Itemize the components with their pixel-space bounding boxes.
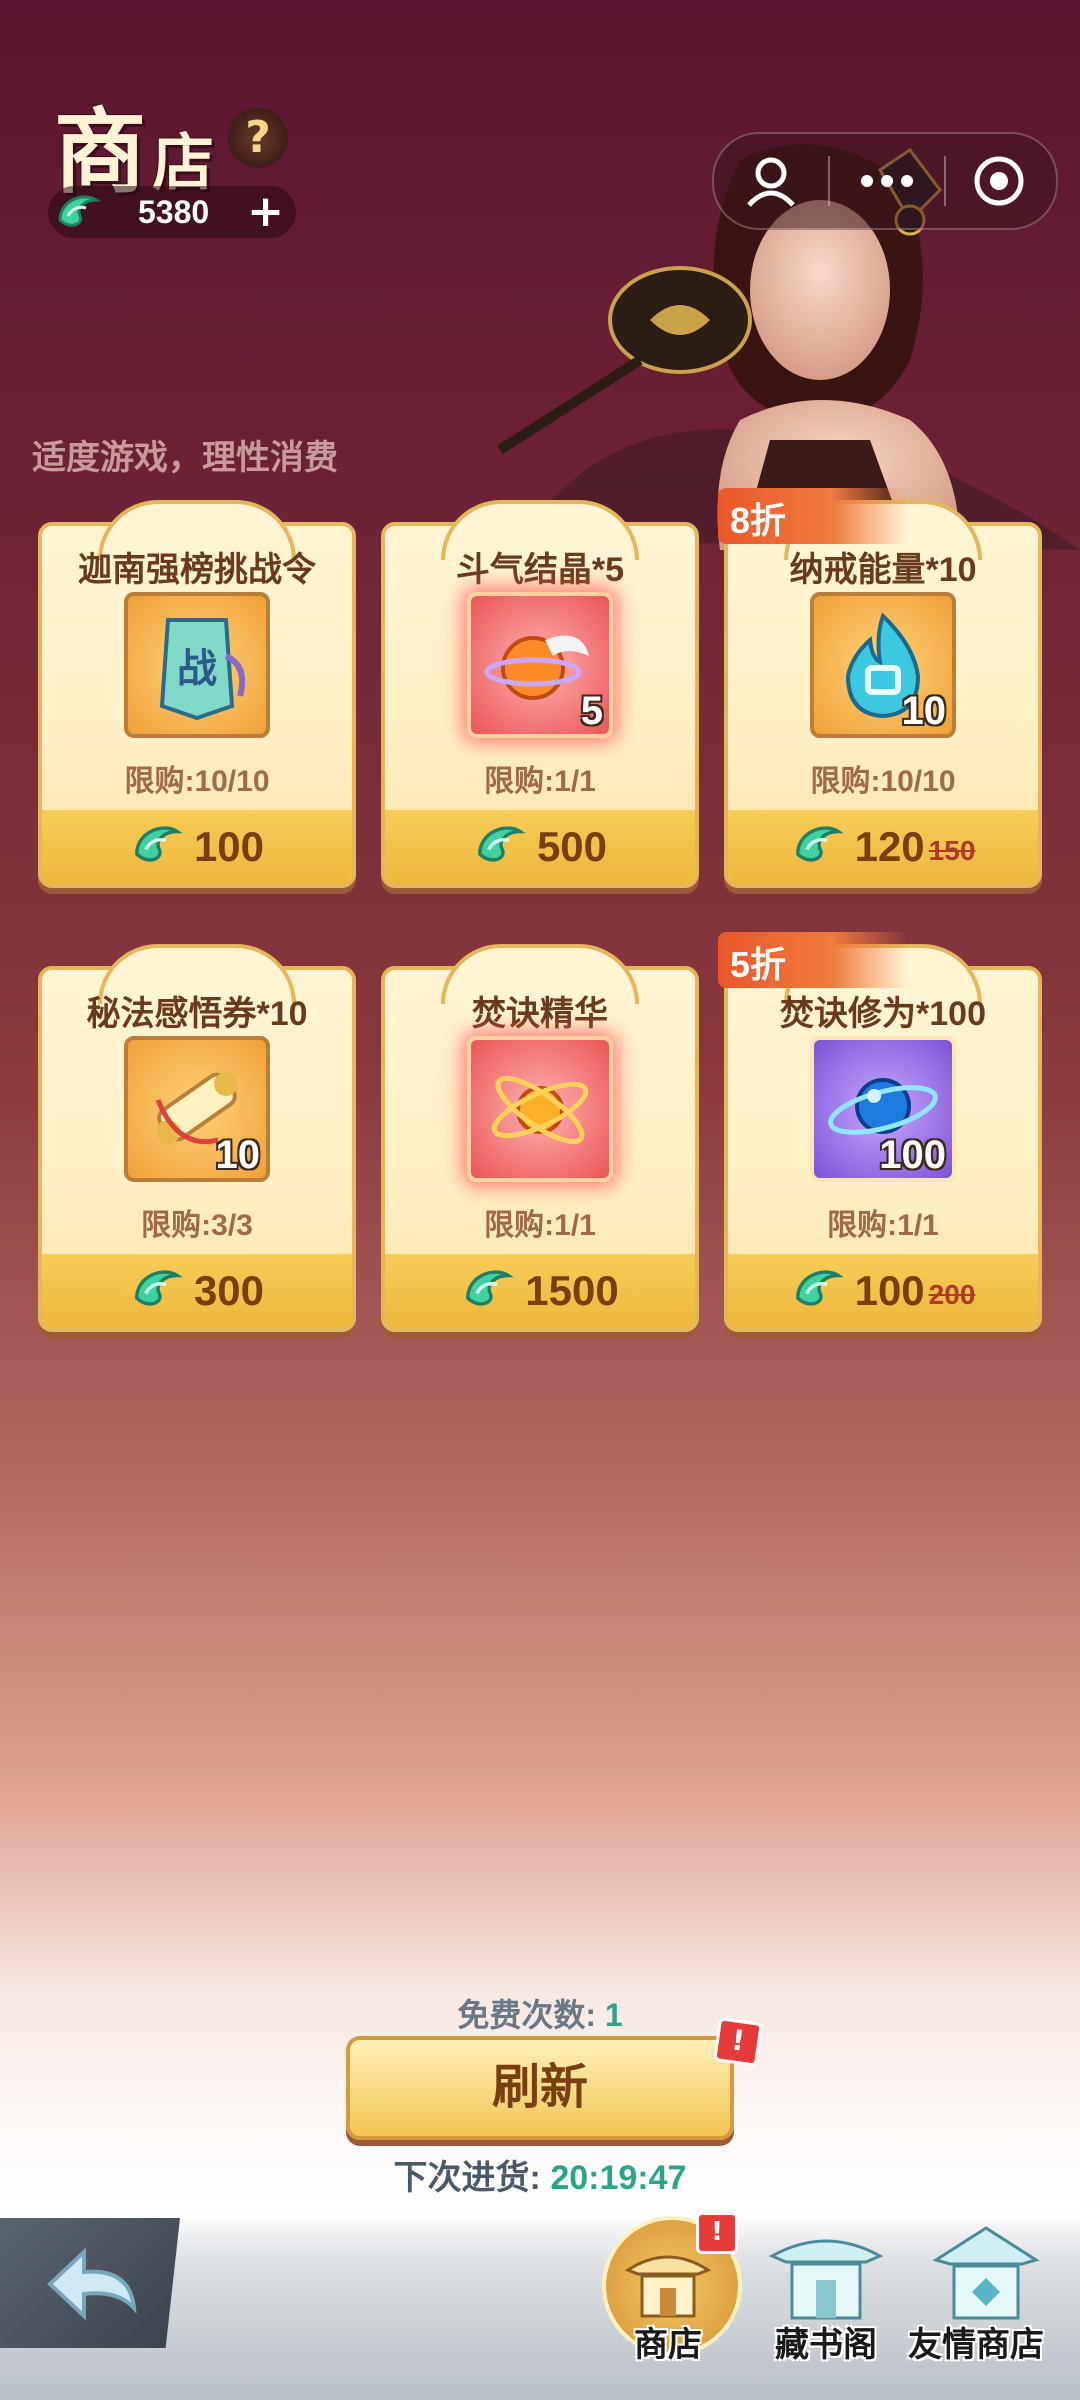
help-button[interactable]: ? (228, 108, 288, 168)
purchase-limit: 限购:1/1 (484, 1209, 596, 1242)
buy-button[interactable]: 100 (42, 810, 352, 884)
friend-shop-pavilion-icon (932, 2226, 1040, 2320)
tab-shop[interactable]: ! 商店 (588, 2210, 748, 2380)
jade-gem-icon (54, 190, 102, 238)
buy-button[interactable]: 120 150 (728, 810, 1038, 884)
discount-label: 5折 (730, 944, 787, 985)
jade-gem-icon (130, 1264, 184, 1318)
item-name: 纳戒能量*10 (789, 551, 977, 589)
target-circle-icon (974, 156, 1024, 206)
tab-friend-shop[interactable]: 友情商店 (906, 2210, 1066, 2380)
item-name: 迦南强榜挑战令 (78, 551, 316, 589)
item-quantity: 10 (901, 689, 947, 733)
jade-gem-icon (461, 1264, 515, 1318)
shop-item-card[interactable]: 斗气结晶*5 5 限购:1/1 500 (381, 500, 699, 888)
scroll-ticket-icon: 10 (124, 1036, 270, 1182)
profile-button[interactable] (714, 134, 828, 228)
currency-amount: 5380 (138, 194, 210, 230)
item-price: 120 (854, 823, 925, 870)
original-price: 200 (928, 1279, 976, 1310)
item-price: 100 (854, 1267, 925, 1314)
buy-button[interactable]: 100 200 (728, 1254, 1038, 1328)
item-price: 500 (536, 823, 608, 870)
mini-program-capsule (712, 132, 1058, 230)
jade-gem-icon (130, 820, 184, 874)
challenge-token-icon: 战 (124, 592, 270, 738)
purchase-limit: 限购:1/1 (827, 1209, 939, 1242)
item-quantity: 100 (879, 1133, 946, 1177)
item-name: 焚诀修为*100 (780, 995, 986, 1033)
item-quantity: 5 (580, 689, 603, 733)
shop-item-card[interactable]: 5折 焚诀修为*100 100 限购:1/1 100 200 (718, 932, 1042, 1332)
purchase-limit: 限购:1/1 (484, 765, 596, 798)
tab-shop-alert-badge: ! (696, 2212, 738, 2254)
more-dots-icon (861, 175, 913, 187)
svg-text:战: 战 (177, 645, 217, 692)
shop-item-card[interactable]: 8折 纳戒能量*10 10 限购:10/10 120 150 (718, 488, 1042, 888)
item-name: 斗气结晶*5 (455, 551, 625, 589)
shop-item-card[interactable]: 秘法感悟券*10 10 限购:3/3 300 (38, 944, 356, 1332)
dou-qi-crystal-icon: 5 (467, 592, 613, 738)
free-refresh-number: 1 (604, 1997, 623, 2033)
flame-essence-icon (467, 1036, 613, 1182)
currency-display: 5380 + (48, 186, 296, 238)
back-button[interactable] (0, 2218, 180, 2348)
library-pavilion-icon (768, 2239, 884, 2320)
item-quantity: 10 (215, 1133, 261, 1177)
restock-time: 20:19:47 (550, 2159, 687, 2197)
health-notice: 适度游戏，理性消费 (32, 439, 338, 477)
tab-library[interactable]: 藏书阁 (746, 2210, 906, 2380)
restock-label: 下次进货: (393, 2159, 541, 2197)
item-price: 100 (193, 823, 265, 870)
original-price: 150 (928, 835, 976, 866)
tab-library-label: 藏书阁 (775, 2325, 877, 2365)
back-arrow-icon (47, 2247, 137, 2321)
restock-timer: 下次进货: 20:19:47 (0, 2150, 1080, 2199)
purchase-limit: 限购:10/10 (810, 765, 956, 798)
buy-button[interactable]: 1500 (385, 1254, 695, 1328)
discount-label: 8折 (730, 500, 787, 541)
more-button[interactable] (830, 134, 944, 228)
shop-item-card[interactable]: 焚诀精华 限购:1/1 1500 (381, 944, 699, 1332)
refresh-alert-badge: ! (713, 2017, 763, 2067)
free-refresh-count: 免费次数: 1 (0, 1990, 1080, 2036)
jade-gem-icon (473, 820, 527, 874)
purchase-limit: 限购:3/3 (141, 1209, 253, 1242)
buy-button[interactable]: 300 (42, 1254, 352, 1328)
add-currency-button[interactable]: + (247, 186, 284, 237)
item-price: 1500 (525, 1267, 619, 1314)
close-miniprogram-button[interactable] (942, 134, 1056, 228)
tab-shop-label: 商店 (634, 2325, 702, 2365)
item-price: 300 (193, 1267, 265, 1314)
discount-badge: 5折 (718, 932, 908, 988)
shop-item-card[interactable]: 迦南强榜挑战令 战 限购:10/10 100 (38, 500, 356, 888)
tab-friend-shop-label: 友情商店 (908, 2325, 1044, 2365)
buy-button[interactable]: 500 (385, 810, 695, 884)
jade-gem-icon (791, 820, 845, 874)
cultivation-orb-icon: 100 (810, 1036, 956, 1182)
discount-badge: 8折 (718, 488, 908, 544)
ring-energy-icon: 10 (810, 592, 956, 738)
purchase-limit: 限购:10/10 (124, 765, 270, 798)
item-name: 秘法感悟券*10 (86, 995, 308, 1033)
jade-gem-icon (791, 1264, 845, 1318)
profile-icon (747, 157, 795, 207)
item-name: 焚诀精华 (472, 995, 608, 1033)
refresh-button[interactable]: 刷新 (346, 2036, 734, 2140)
free-refresh-label: 免费次数: (457, 1997, 596, 2033)
